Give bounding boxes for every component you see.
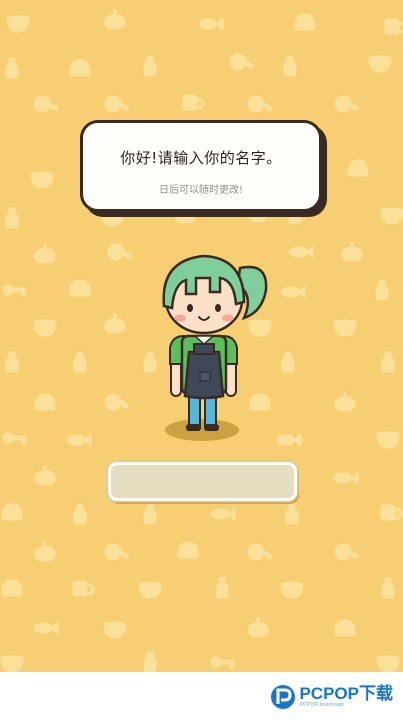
dialog-title: 你好!请输入你的名字。	[120, 149, 282, 167]
watermark-bar: PCPOP下载 PCPOP.download	[0, 672, 403, 720]
greeting-dialog: 你好!请输入你的名字。 日后可以随时更改!	[80, 120, 322, 212]
name-input[interactable]	[108, 462, 297, 501]
dialog-subtitle: 日后可以随时更改!	[158, 185, 243, 196]
watermark-brand: PCPOP下载	[299, 684, 393, 703]
game-screen: 你好!请输入你的名字。 日后可以随时更改!	[0, 0, 403, 672]
pcpop-logo-icon	[271, 685, 296, 709]
player-character	[162, 254, 268, 441]
watermark-tagline: PCPOP.download	[299, 702, 344, 708]
pcpop-watermark: PCPOP下载 PCPOP.download	[270, 682, 393, 712]
